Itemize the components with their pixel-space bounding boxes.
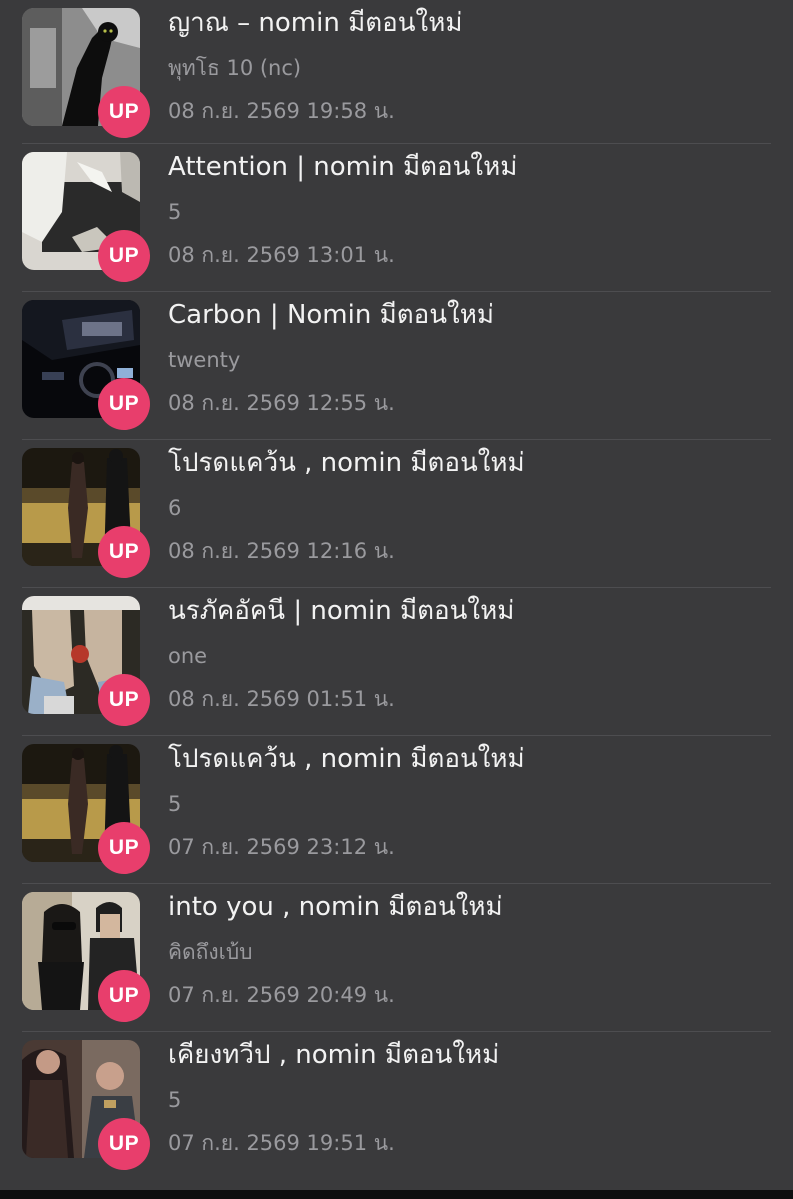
list-item[interactable]: UP Attention | nomin มีตอนใหม่ 5 08 ก.ย.… [0, 144, 793, 292]
cover-thumbnail-wrap: UP [22, 892, 150, 1022]
cover-thumbnail-wrap: UP [22, 1040, 150, 1170]
item-date: 08 ก.ย. 2569 12:55 น. [168, 391, 395, 415]
item-title: โปรดแคว้น , nomin มีตอนใหม่ [168, 448, 525, 478]
up-badge: UP [98, 674, 150, 726]
list-item[interactable]: UP นรภัคอัคนี | nomin มีตอนใหม่ one 08 ก… [0, 588, 793, 736]
up-badge: UP [98, 822, 150, 874]
item-date: 07 ก.ย. 2569 20:49 น. [168, 983, 395, 1007]
cover-thumbnail-wrap: UP [22, 744, 150, 874]
item-date: 07 ก.ย. 2569 23:12 น. [168, 835, 395, 859]
item-subtitle: 5 [168, 792, 182, 816]
item-subtitle: 6 [168, 496, 182, 520]
cover-thumbnail-wrap: UP [22, 300, 150, 430]
list-item[interactable]: UP โปรดแคว้น , nomin มีตอนใหม่ 5 07 ก.ย.… [0, 736, 793, 884]
item-subtitle: 5 [168, 200, 182, 224]
item-subtitle: คิดถึงเบ้บ [168, 940, 253, 964]
item-date: 07 ก.ย. 2569 19:51 น. [168, 1131, 395, 1155]
list-item[interactable]: UP into you , nomin มีตอนใหม่ คิดถึงเบ้บ… [0, 884, 793, 1032]
up-badge: UP [98, 378, 150, 430]
cover-thumbnail-wrap: UP [22, 152, 150, 282]
item-title: Carbon | Nomin มีตอนใหม่ [168, 300, 494, 330]
up-badge: UP [98, 86, 150, 138]
list-item[interactable]: UP ญาณ – nomin มีตอนใหม่ พุทโธ 10 (nc) 0… [0, 0, 793, 144]
cover-thumbnail-wrap: UP [22, 596, 150, 726]
item-subtitle: พุทโธ 10 (nc) [168, 56, 302, 80]
item-date: 08 ก.ย. 2569 01:51 น. [168, 687, 395, 711]
up-badge: UP [98, 1118, 150, 1170]
bottom-edge [0, 1190, 793, 1199]
up-badge: UP [98, 970, 150, 1022]
up-badge: UP [98, 526, 150, 578]
item-title: นรภัคอัคนี | nomin มีตอนใหม่ [168, 596, 515, 626]
item-title: ญาณ – nomin มีตอนใหม่ [168, 8, 463, 38]
item-title: เคียงทวีป , nomin มีตอนใหม่ [168, 1040, 500, 1070]
list-item[interactable]: UP โปรดแคว้น , nomin มีตอนใหม่ 6 08 ก.ย.… [0, 440, 793, 588]
item-subtitle: twenty [168, 348, 241, 372]
item-subtitle: 5 [168, 1088, 182, 1112]
item-title: into you , nomin มีตอนใหม่ [168, 892, 503, 922]
item-date: 08 ก.ย. 2569 13:01 น. [168, 243, 395, 267]
item-title: Attention | nomin มีตอนใหม่ [168, 152, 518, 182]
item-date: 08 ก.ย. 2569 19:58 น. [168, 99, 395, 123]
up-badge: UP [98, 230, 150, 282]
cover-thumbnail-wrap: UP [22, 448, 150, 578]
list-item[interactable]: UP เคียงทวีป , nomin มีตอนใหม่ 5 07 ก.ย.… [0, 1032, 793, 1180]
item-subtitle: one [168, 644, 208, 668]
item-title: โปรดแคว้น , nomin มีตอนใหม่ [168, 744, 525, 774]
cover-thumbnail-wrap: UP [22, 8, 150, 138]
list-item[interactable]: UP Carbon | Nomin มีตอนใหม่ twenty 08 ก.… [0, 292, 793, 440]
notification-list: UP ญาณ – nomin มีตอนใหม่ พุทโธ 10 (nc) 0… [0, 0, 793, 1190]
item-date: 08 ก.ย. 2569 12:16 น. [168, 539, 395, 563]
